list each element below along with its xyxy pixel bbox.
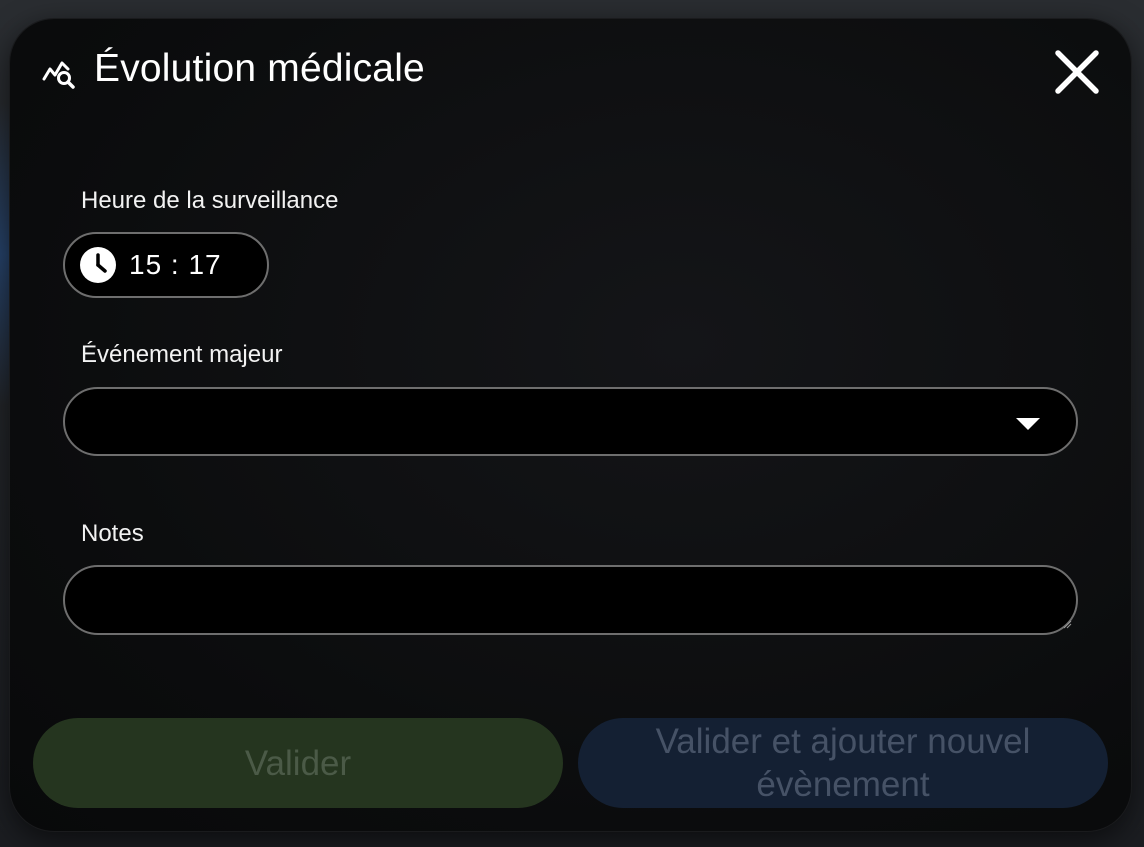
- clock-icon: [80, 247, 116, 283]
- resize-handle-icon[interactable]: [1062, 619, 1072, 629]
- time-value: 15 : 17: [129, 249, 222, 280]
- validate-button[interactable]: Valider: [33, 718, 563, 808]
- close-icon[interactable]: [1052, 47, 1102, 97]
- evolution-dialog: Évolution médicale Heure de la surveilla…: [10, 19, 1131, 831]
- major-event-select[interactable]: [63, 387, 1078, 456]
- time-input[interactable]: 15 : 17: [63, 232, 269, 298]
- notes-textarea[interactable]: [63, 565, 1078, 635]
- dialog-title: Évolution médicale: [94, 47, 425, 90]
- notes-label: Notes: [81, 520, 144, 547]
- major-event-label: Événement majeur: [81, 341, 283, 368]
- time-label: Heure de la surveillance: [81, 187, 339, 214]
- caret-down-icon: [1016, 418, 1040, 430]
- chart-search-icon: [42, 61, 75, 89]
- validate-and-add-button[interactable]: Valider et ajouter nouvel évènement: [578, 718, 1108, 808]
